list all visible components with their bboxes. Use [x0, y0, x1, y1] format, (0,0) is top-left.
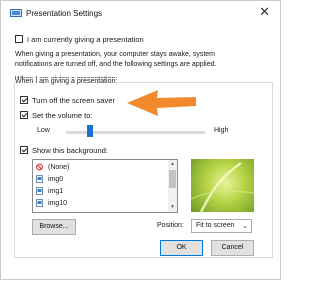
screen-saver-checkbox[interactable] — [20, 96, 28, 104]
scroll-down-icon[interactable]: ▼ — [168, 203, 177, 212]
list-item-label: (None) — [48, 164, 70, 171]
volume-label: Set the volume to: — [32, 111, 93, 120]
image-file-icon — [36, 175, 43, 183]
volume-checkbox[interactable] — [20, 111, 28, 119]
currently-presenting-checkbox[interactable] — [15, 35, 23, 43]
browse-button[interactable]: Browse... — [32, 219, 76, 235]
volume-high-label: High — [214, 127, 229, 134]
currently-presenting-label: I am currently giving a presentation — [27, 35, 144, 44]
projector-icon — [10, 9, 22, 17]
cancel-button[interactable]: Cancel — [211, 240, 254, 256]
background-label: Show this background: — [32, 146, 108, 155]
background-preview-image — [190, 159, 255, 213]
chevron-down-icon: ⌄ — [242, 223, 248, 230]
scrollbar-thumb[interactable] — [169, 170, 176, 188]
list-item-label: img0 — [48, 176, 64, 183]
close-button[interactable]: ✕ — [259, 5, 270, 18]
background-listbox[interactable]: (None) img0 img1 img10 ▲ ▼ — [32, 159, 178, 213]
group-heading-overlay: When I am giving a presentation: — [15, 78, 120, 85]
listbox-scrollbar[interactable]: ▲ ▼ — [168, 160, 177, 212]
position-value: Fit to screen — [196, 222, 235, 229]
image-file-icon — [36, 187, 43, 195]
position-dropdown[interactable]: Fit to screen ⌄ — [191, 219, 252, 233]
position-label: Position: — [157, 222, 184, 229]
title-bar: Presentation Settings ✕ — [1, 1, 280, 24]
list-item-label: img1 — [48, 188, 64, 195]
window-title: Presentation Settings — [26, 9, 103, 18]
scroll-up-icon[interactable]: ▲ — [168, 160, 177, 169]
leaf-image — [190, 161, 255, 213]
background-checkbox[interactable] — [20, 146, 28, 154]
volume-low-label: Low — [37, 127, 50, 134]
screen-saver-label: Turn off the screen saver — [32, 96, 115, 105]
ok-button[interactable]: OK — [160, 240, 203, 256]
list-item-label: img10 — [48, 200, 68, 207]
description-line-2: notifications are turned off, and the fo… — [15, 61, 217, 68]
none-icon — [36, 163, 43, 171]
volume-slider-thumb[interactable] — [86, 125, 93, 137]
description-line-1: When giving a presentation, your compute… — [15, 51, 215, 58]
image-file-icon — [36, 199, 43, 207]
